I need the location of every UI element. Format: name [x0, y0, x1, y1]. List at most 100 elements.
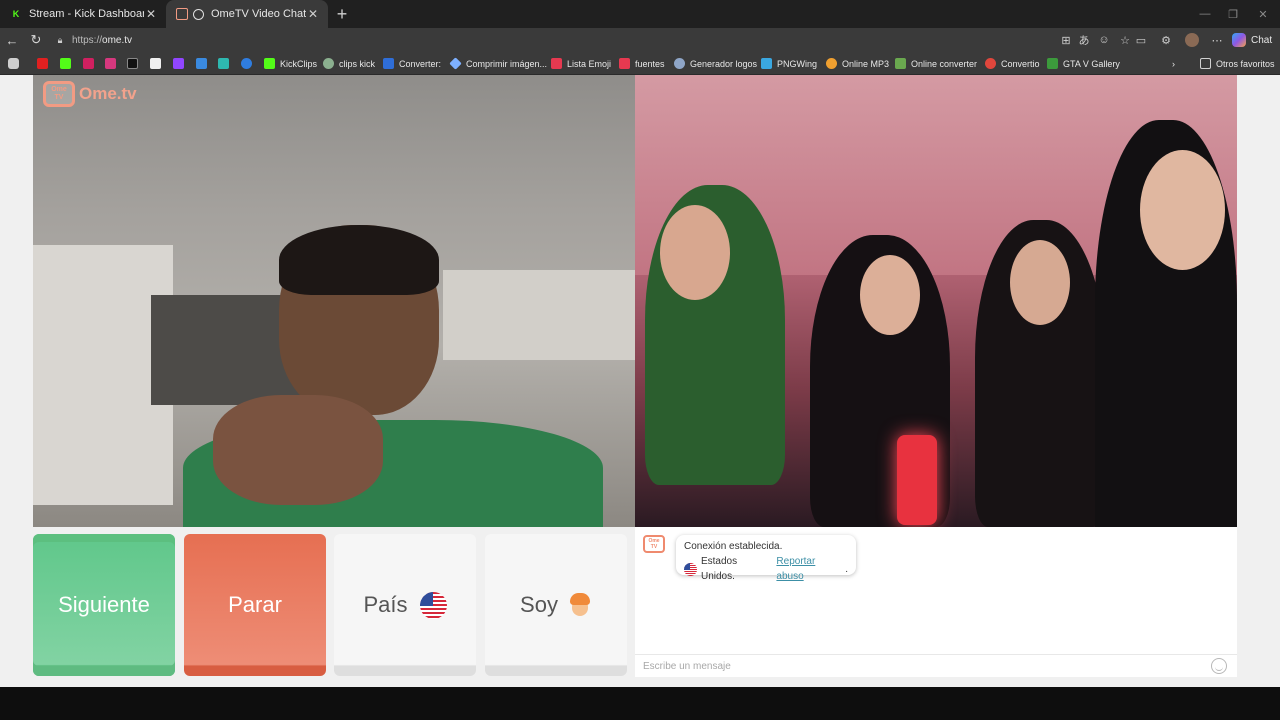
converter-icon — [895, 58, 906, 69]
tab-strip: K Stream - Kick Dashboard ✕ OmeTV Video … — [0, 0, 1280, 28]
bookmark-teal-icon[interactable] — [218, 56, 234, 71]
diamond-icon — [449, 57, 462, 70]
boy-face-icon — [568, 593, 592, 617]
connection-status: Conexión establecida. — [684, 541, 783, 552]
folder-icon — [1200, 58, 1211, 69]
pngwing-icon — [761, 58, 772, 69]
bookmark-label: PNGWing — [777, 58, 818, 69]
kick-icon — [264, 58, 275, 69]
person-4-face — [1140, 150, 1225, 270]
bookmark-label: Comprimir imágen... — [466, 58, 548, 69]
bookmark-online-converter[interactable]: Online converter — [895, 56, 977, 71]
bookmark-blue-icon[interactable] — [196, 56, 212, 71]
bookmark-otros-favoritos[interactable]: Otros favoritos — [1200, 56, 1275, 71]
tab-title: OmeTV Video Chat — Omegle — [211, 8, 306, 20]
bookmark-label: clips kick — [339, 58, 376, 69]
lock-icon[interactable]: 🔒︎ — [52, 32, 68, 48]
bookmark-label: KickClips — [280, 58, 318, 69]
country-button[interactable]: País — [334, 534, 476, 676]
message-input-row — [635, 654, 1237, 677]
bookmark-label: Converter: — [399, 58, 442, 69]
bolt-icon — [619, 58, 630, 69]
gta-icon — [1047, 58, 1058, 69]
refresh-icon[interactable]: ↻ — [24, 28, 48, 52]
tab-title: Stream - Kick Dashboard — [29, 8, 144, 20]
bookmark-label: Lista Emoji — [567, 58, 612, 69]
bookmark-pngwing[interactable]: PNGWing — [761, 56, 817, 71]
taskbar-area — [0, 687, 1280, 720]
bookmark-online-mp3[interactable]: Online MP3 — [826, 56, 889, 71]
close-tab-icon[interactable]: ✕ — [306, 7, 320, 21]
ometv-icon — [176, 8, 188, 20]
person-2-face — [860, 255, 920, 335]
bookmark-comprimir[interactable]: Comprimir imágen... — [449, 56, 548, 71]
tab-ometv[interactable]: OmeTV Video Chat — Omegle ✕ — [166, 0, 328, 28]
twitch-icon[interactable] — [173, 56, 189, 71]
gender-button[interactable]: Soy — [485, 534, 627, 676]
youtube-icon[interactable] — [37, 56, 53, 71]
report-abuse-link[interactable]: Reportar abuso — [776, 554, 845, 584]
close-window-icon[interactable]: ✕ — [1246, 0, 1280, 28]
bookmark-generador-logos[interactable]: Generador logos — [674, 56, 757, 71]
remote-video — [635, 75, 1237, 527]
restore-icon[interactable]: ❐ — [1216, 0, 1250, 28]
bookmark-convertio[interactable]: Convertio — [985, 56, 1040, 71]
kick-icon[interactable] — [60, 56, 76, 71]
bookmark-red-icon[interactable] — [83, 56, 99, 71]
country-text: Estados Unidos. — [700, 556, 738, 582]
bookmarks-bar: KickClips clips kick Converter: Comprimi… — [0, 52, 1280, 75]
app-available-icon[interactable]: ⊞ — [1056, 28, 1076, 52]
loading-icon — [193, 8, 204, 20]
bookmark-label: fuentes — [635, 58, 665, 69]
profile-avatar[interactable] — [1182, 28, 1202, 52]
url-field[interactable]: 🔒︎ https:// ome.tv — [52, 29, 1152, 51]
bookmark-kickclips[interactable]: KickClips — [264, 56, 317, 71]
country-label: País — [363, 592, 408, 617]
more-menu-icon[interactable]: ⋯ — [1207, 28, 1227, 52]
ometv-tv-icon: Ome TV — [643, 535, 665, 553]
bookmark-label: Online converter — [911, 58, 978, 69]
us-flag-icon — [419, 591, 447, 619]
extensions-icon[interactable]: ⚙ — [1156, 28, 1176, 52]
bookmark-converter[interactable]: Converter: — [383, 56, 441, 71]
stop-button[interactable]: Parar — [184, 534, 326, 676]
convertio-icon — [985, 58, 996, 69]
address-bar: ← ↻ 🔒︎ https:// ome.tv ⊞ あ ☺ ☆ ▭ ⚙ ⋯ Cha… — [0, 28, 1280, 52]
instagram-icon[interactable] — [105, 56, 121, 71]
clips-icon — [323, 58, 334, 69]
back-icon[interactable]: ← — [0, 28, 24, 52]
bookmark-gta-v-gallery[interactable]: GTA V Gallery — [1047, 56, 1120, 71]
media-icon[interactable]: ▭ — [1131, 28, 1151, 52]
bookmark-label: Generador logos — [690, 58, 758, 69]
bolt-icon — [551, 58, 562, 69]
mp3-icon — [826, 58, 837, 69]
country-line: Estados Unidos. Reportar abuso. — [684, 554, 848, 584]
message-input[interactable] — [643, 660, 1211, 672]
bookmark-clips-kick[interactable]: clips kick — [323, 56, 375, 71]
ometv-logo-word: Ome.tv — [79, 84, 137, 103]
bookmark-edge-icon[interactable] — [241, 56, 257, 71]
extension-icon[interactable]: ☺ — [1094, 28, 1114, 52]
translate-icon[interactable]: あ — [1074, 28, 1094, 52]
report-suffix: . — [845, 563, 848, 575]
copilot-chat-button[interactable]: Chat — [1232, 31, 1272, 49]
local-video: Ome TV Ome.tv — [33, 75, 635, 527]
copilot-icon — [1232, 33, 1246, 47]
bookmark-apps-icon[interactable] — [8, 56, 24, 71]
tab-kick-dashboard[interactable]: K Stream - Kick Dashboard ✕ — [0, 0, 166, 28]
close-tab-icon[interactable]: ✕ — [144, 7, 158, 21]
person-3-face — [1010, 240, 1070, 325]
system-message: Conexión establecida. Estados Unidos. Re… — [676, 535, 856, 582]
bookmark-lista-emoji[interactable]: Lista Emoji — [551, 56, 611, 71]
chevron-right-icon[interactable]: › — [1172, 56, 1175, 71]
emoji-icon[interactable] — [1211, 658, 1227, 674]
next-button[interactable]: Siguiente — [33, 534, 175, 676]
tiktok-icon[interactable] — [127, 56, 143, 71]
logo-gen-icon — [674, 58, 685, 69]
stop-label: Parar — [228, 592, 282, 617]
bookmark-diamond-icon[interactable] — [150, 56, 166, 71]
bookmark-fuentes[interactable]: fuentes — [619, 56, 665, 71]
bookmark-label: Convertio — [1001, 58, 1040, 69]
new-tab-button[interactable]: + — [328, 0, 356, 28]
url-host: ome.tv — [102, 34, 133, 46]
